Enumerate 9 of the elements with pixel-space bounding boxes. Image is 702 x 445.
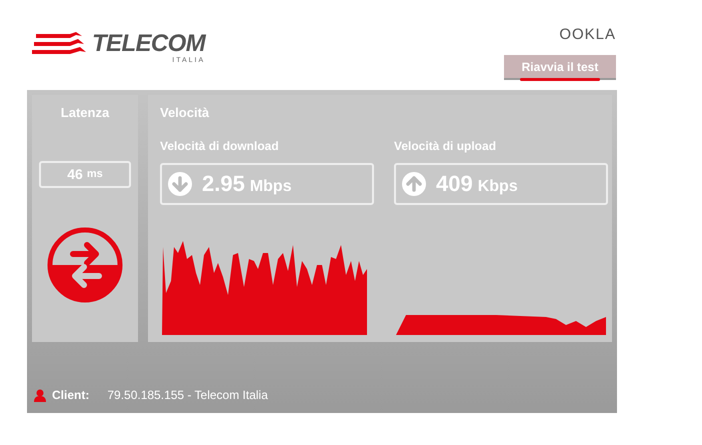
arrow-down-icon	[168, 172, 192, 196]
logo-text: TELECOM	[92, 32, 206, 56]
user-icon	[34, 388, 46, 402]
restart-button[interactable]: Riavvia il test	[504, 55, 616, 80]
arrow-up-icon	[402, 172, 426, 196]
client-value: 79.50.185.155 - Telecom Italia	[107, 387, 268, 404]
ookla-logo: OOKLA	[559, 26, 616, 44]
ping-icon	[47, 226, 123, 302]
client-label: Client:	[52, 387, 90, 404]
